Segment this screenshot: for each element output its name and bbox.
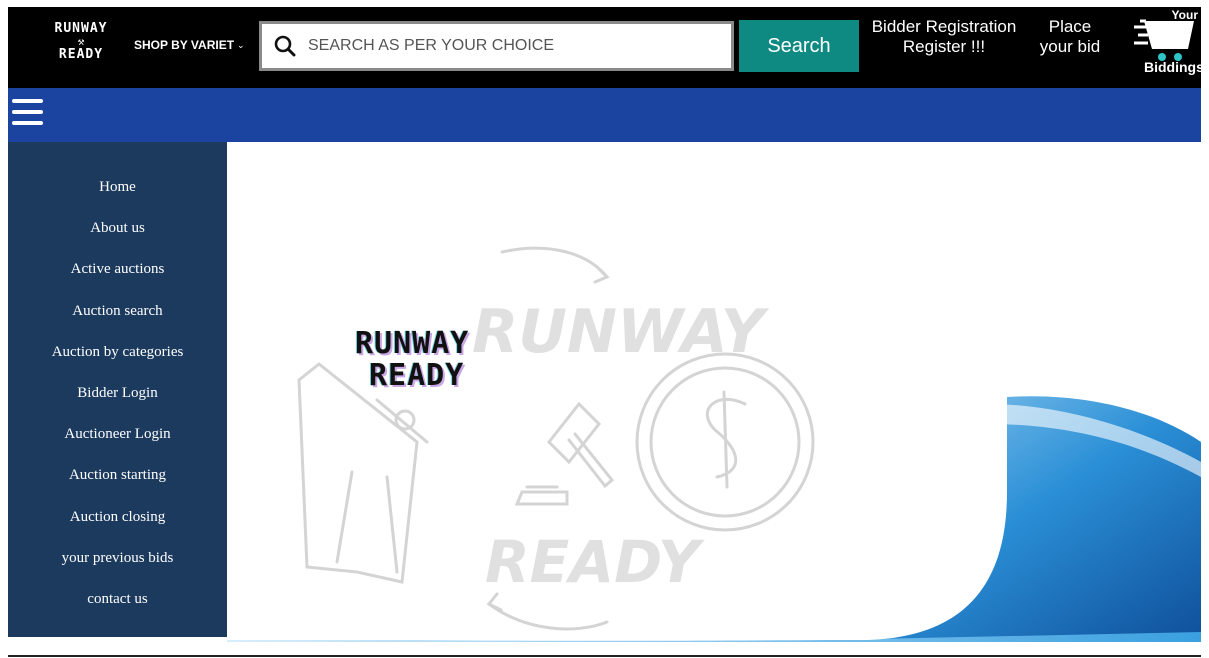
sidebar-item-bidder-login[interactable]: Bidder Login [8,373,227,414]
hero-brand-logo: RUNWAY READY [355,328,469,392]
bottom-divider [8,655,1201,657]
search-bar [259,21,734,71]
cart-icon [1134,19,1194,61]
logo-line-3: READY [58,47,104,62]
hero-brand-line-1: RUNWAY [355,326,470,361]
nav-bar [8,88,1201,142]
sidebar-item-auctioneer-login[interactable]: Auctioneer Login [8,414,227,455]
shop-by-variety-dropdown[interactable]: SHOP BY VARIET ⌄ [134,38,245,52]
search-input[interactable] [308,37,708,55]
top-header: RUNWAY ⚒ READY SHOP BY VARIET ⌄ Search B… [8,7,1204,88]
watermark-bottom-text: READY [485,528,705,596]
sidebar-item-active-auctions[interactable]: Active auctions [8,249,227,290]
sidebar-item-home[interactable]: Home [8,167,227,208]
cart-bottom-label: Biddings [1144,59,1204,75]
logo-line-1: RUNWAY [54,21,108,36]
sidebar-menu: Home About us Active auctions Auction se… [8,142,227,637]
place-bid-link[interactable]: Place your bid [1032,17,1108,57]
hamburger-menu-icon[interactable] [12,99,44,131]
your-bid-label: your bid [1039,37,1101,56]
bidder-registration-link[interactable]: Bidder Registration Register !!! [868,17,1020,57]
register-label: Register !!! [902,37,986,56]
sidebar-item-auction-by-categories[interactable]: Auction by categories [8,332,227,373]
search-icon[interactable] [262,24,308,68]
search-button[interactable]: Search [739,20,859,72]
your-biddings-cart[interactable]: Your Biddings [1126,7,1204,85]
bidder-registration-label: Bidder Registration [871,17,1017,36]
shop-by-label: SHOP BY VARIET [134,38,235,52]
logo[interactable]: RUNWAY ⚒ READY [46,22,116,74]
place-label: Place [1048,17,1092,36]
sidebar-item-auction-search[interactable]: Auction search [8,291,227,332]
sidebar-item-auction-closing[interactable]: Auction closing [8,497,227,538]
sidebar-item-contact-us[interactable]: contact us [8,579,227,620]
sidebar-item-about-us[interactable]: About us [8,208,227,249]
sidebar-item-previous-bids[interactable]: your previous bids [8,538,227,579]
hero-brand-line-2: READY [369,358,465,393]
sidebar-item-auction-starting[interactable]: Auction starting [8,455,227,496]
chevron-down-icon: ⌄ [237,39,245,50]
watermark-top-text: RUNWAY [472,297,770,367]
hero-banner: RUNWAY READY RUNWAY READY [227,142,1201,642]
